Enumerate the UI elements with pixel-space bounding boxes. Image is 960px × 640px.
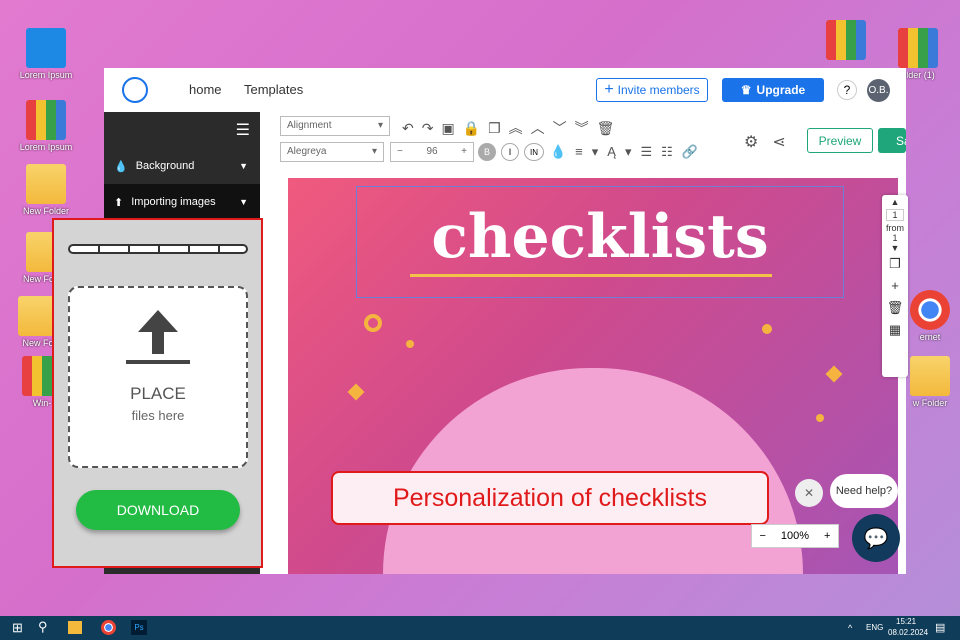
sidebar-item-importing-images[interactable]: ⬆ Importing images ▼ <box>104 184 260 220</box>
settings-share-icons[interactable]: ⚙⋖ <box>744 132 800 152</box>
need-help-bubble[interactable]: Need help? <box>830 474 898 508</box>
underline-shape <box>410 274 772 277</box>
font-select[interactable]: Alegreya ▾ <box>280 142 384 162</box>
edit-toolbar-row[interactable]: ↶↷▣🔒❐︽︿﹀︾🗑 <box>402 118 622 138</box>
avatar[interactable]: O.B. <box>867 79 890 102</box>
chevron-down-icon: ▼ <box>239 197 248 207</box>
diamond-shape <box>347 383 365 401</box>
desktop-icon[interactable]: Lorem Ipsum <box>16 28 76 80</box>
upload-icon: ⬆ <box>114 196 124 209</box>
save-button[interactable]: Sa <box>878 128 906 153</box>
font-size-stepper[interactable]: −96 + <box>390 142 474 162</box>
dot-shape <box>762 324 772 334</box>
close-icon[interactable]: ✕ <box>795 479 823 507</box>
bold-button[interactable]: B <box>478 143 496 161</box>
search-icon[interactable]: ⚲ <box>38 619 48 635</box>
chevron-up-icon[interactable]: ^ <box>848 623 852 633</box>
desktop-icon[interactable]: New Folder <box>16 164 76 216</box>
photoshop-icon[interactable]: Ps <box>131 620 147 635</box>
indent-button[interactable]: IN <box>524 143 544 161</box>
page-down-icon[interactable]: ▼ <box>882 243 908 253</box>
nav-templates[interactable]: Templates <box>244 82 303 97</box>
logo-icon[interactable] <box>122 77 148 103</box>
zoom-control: − 100% + <box>751 524 839 548</box>
sun-shape <box>364 314 382 332</box>
file-explorer-icon[interactable] <box>68 621 82 634</box>
page-toolbar: ▲ 1 from 1 ▼ ❐ + 🗑 ▦ <box>882 195 908 377</box>
upgrade-button[interactable]: ♛ Upgrade <box>722 78 824 102</box>
sidebar-item-background[interactable]: 💧 Background ▼ <box>104 148 260 184</box>
dot-shape <box>406 340 414 348</box>
title-text-box[interactable]: checklists <box>356 186 844 298</box>
zoom-in-button[interactable]: + <box>824 530 830 542</box>
nav-home[interactable]: home <box>189 82 222 97</box>
chevron-down-icon: ▼ <box>239 161 248 171</box>
help-button[interactable]: ? <box>837 80 857 100</box>
italic-button[interactable]: I <box>501 143 519 161</box>
upload-progress-bar <box>68 244 248 254</box>
desktop-icon[interactable]: w Folder <box>900 356 960 408</box>
menu-icon[interactable]: ☰ <box>104 112 260 148</box>
notification-icon[interactable]: ▤ <box>935 621 945 634</box>
download-button[interactable]: DOWNLOAD <box>76 490 240 530</box>
chat-icon[interactable]: 💬 <box>852 514 900 562</box>
upload-arrow-icon <box>138 310 178 332</box>
windows-start-icon[interactable]: ⊞ <box>12 620 23 636</box>
top-bar: home Templates + Invite members ♛ Upgrade … <box>104 68 906 112</box>
drop-icon: 💧 <box>114 160 128 173</box>
invite-members-button[interactable]: + Invite members <box>596 78 708 102</box>
chrome-icon[interactable] <box>101 620 116 635</box>
desktop-icon[interactable]: ernet <box>900 290 960 342</box>
alignment-select[interactable]: Alignment ▾ <box>280 116 390 136</box>
desktop-icon[interactable]: Lorem Ipsum <box>16 100 76 152</box>
diamond-shape <box>825 365 843 383</box>
page-actions-icons[interactable]: ❐ + 🗑 ▦ <box>882 253 908 341</box>
file-drop-zone[interactable]: PLACE files here <box>68 286 248 468</box>
upload-panel: PLACE files here DOWNLOAD <box>52 218 263 568</box>
plus-icon: + <box>604 81 614 98</box>
zoom-out-button[interactable]: − <box>759 530 765 542</box>
page-up-icon[interactable]: ▲ <box>882 197 908 207</box>
format-toolbar-row[interactable]: 💧≡▾Ą▾☰☷🔗 <box>550 144 707 160</box>
desktop-icon[interactable] <box>816 20 876 62</box>
dot-shape <box>816 414 824 422</box>
preview-button[interactable]: Preview <box>807 128 873 153</box>
caption-banner: Personalization of checklists <box>331 471 769 525</box>
page-number-input[interactable]: 1 <box>886 209 904 221</box>
crown-icon: ♛ <box>740 83 752 97</box>
taskbar: ⊞ ⚲ Ps ^ ENG 15:21 08.02.2024 ▤ <box>0 616 960 640</box>
